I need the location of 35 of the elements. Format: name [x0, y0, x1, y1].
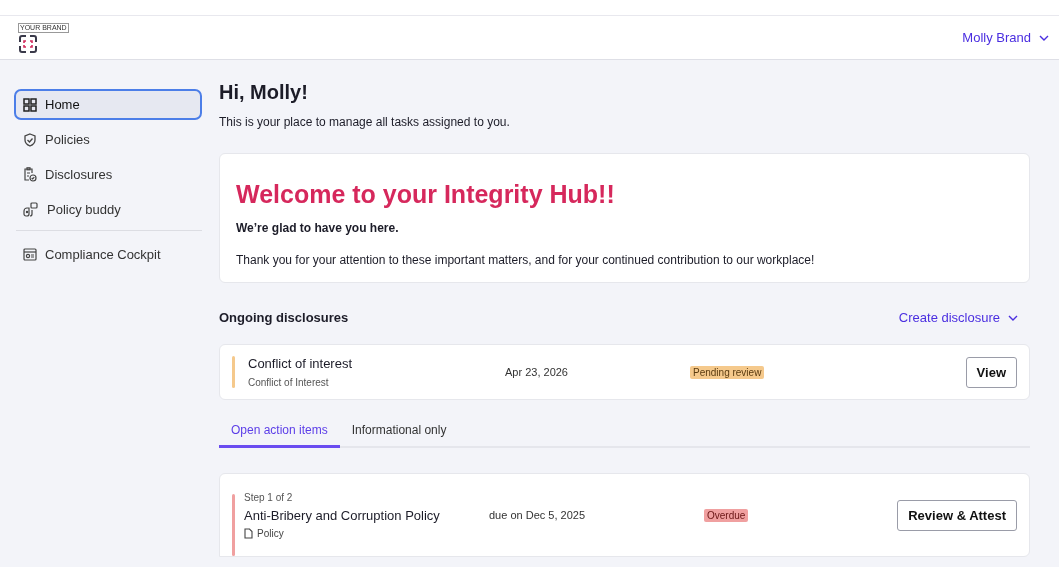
tab[interactable]: Open action items	[219, 423, 340, 448]
logo-icon	[18, 34, 38, 53]
dashboard-icon	[23, 248, 37, 261]
page-subtitle: This is your place to manage all tasks assigned to you.	[219, 115, 511, 129]
task-title: Anti-Bribery and Corruption Policy	[244, 507, 441, 523]
sidebar-item[interactable]: Policy buddy	[14, 194, 202, 225]
view-button[interactable]: View	[965, 356, 1017, 388]
clipboard-icon	[23, 167, 37, 182]
sidebar-item[interactable]: Home	[14, 89, 202, 120]
disclosure-date: Apr 23, 2026	[505, 366, 569, 378]
sidebar-item[interactable]: Compliance Cockpit	[14, 239, 202, 270]
disclosure-title: Conflict of interest	[248, 356, 354, 371]
document-icon	[244, 527, 253, 539]
status-badge: Overdue	[704, 508, 749, 522]
welcome-title: Welcome to your Integrity Hub!!	[236, 180, 616, 209]
sidebar-item[interactable]: Disclosures	[14, 159, 202, 190]
tab[interactable]: Informational only	[339, 423, 459, 448]
grid-icon	[23, 97, 37, 112]
sidebar-item[interactable]: Policies	[14, 124, 202, 155]
welcome-lead: We’re glad to have you here.	[236, 221, 400, 235]
robot-icon	[23, 202, 39, 217]
section-title: Ongoing disclosures	[219, 310, 349, 325]
step-label: Step 1 of 2	[244, 491, 294, 503]
welcome-text: Thank you for your attention to these important matters, and for your continued contribution to our workplace!	[236, 253, 816, 267]
user-menu[interactable]: Molly Brand	[962, 30, 1049, 45]
create-disclosure-button[interactable]: Create disclosure	[898, 310, 1018, 325]
review-attest-button[interactable]: Review & Attest	[897, 499, 1017, 531]
disclosure-type: Conflict of Interest	[248, 377, 330, 388]
status-badge: Pending review	[690, 365, 765, 379]
chevron-down-icon	[1008, 314, 1018, 321]
shield-icon	[23, 132, 37, 147]
due-date: due on Dec 5, 2025	[489, 509, 587, 521]
task-type: Policy	[257, 527, 284, 539]
chevron-down-icon	[1039, 34, 1049, 41]
page-title: Hi, Molly!	[219, 81, 309, 104]
